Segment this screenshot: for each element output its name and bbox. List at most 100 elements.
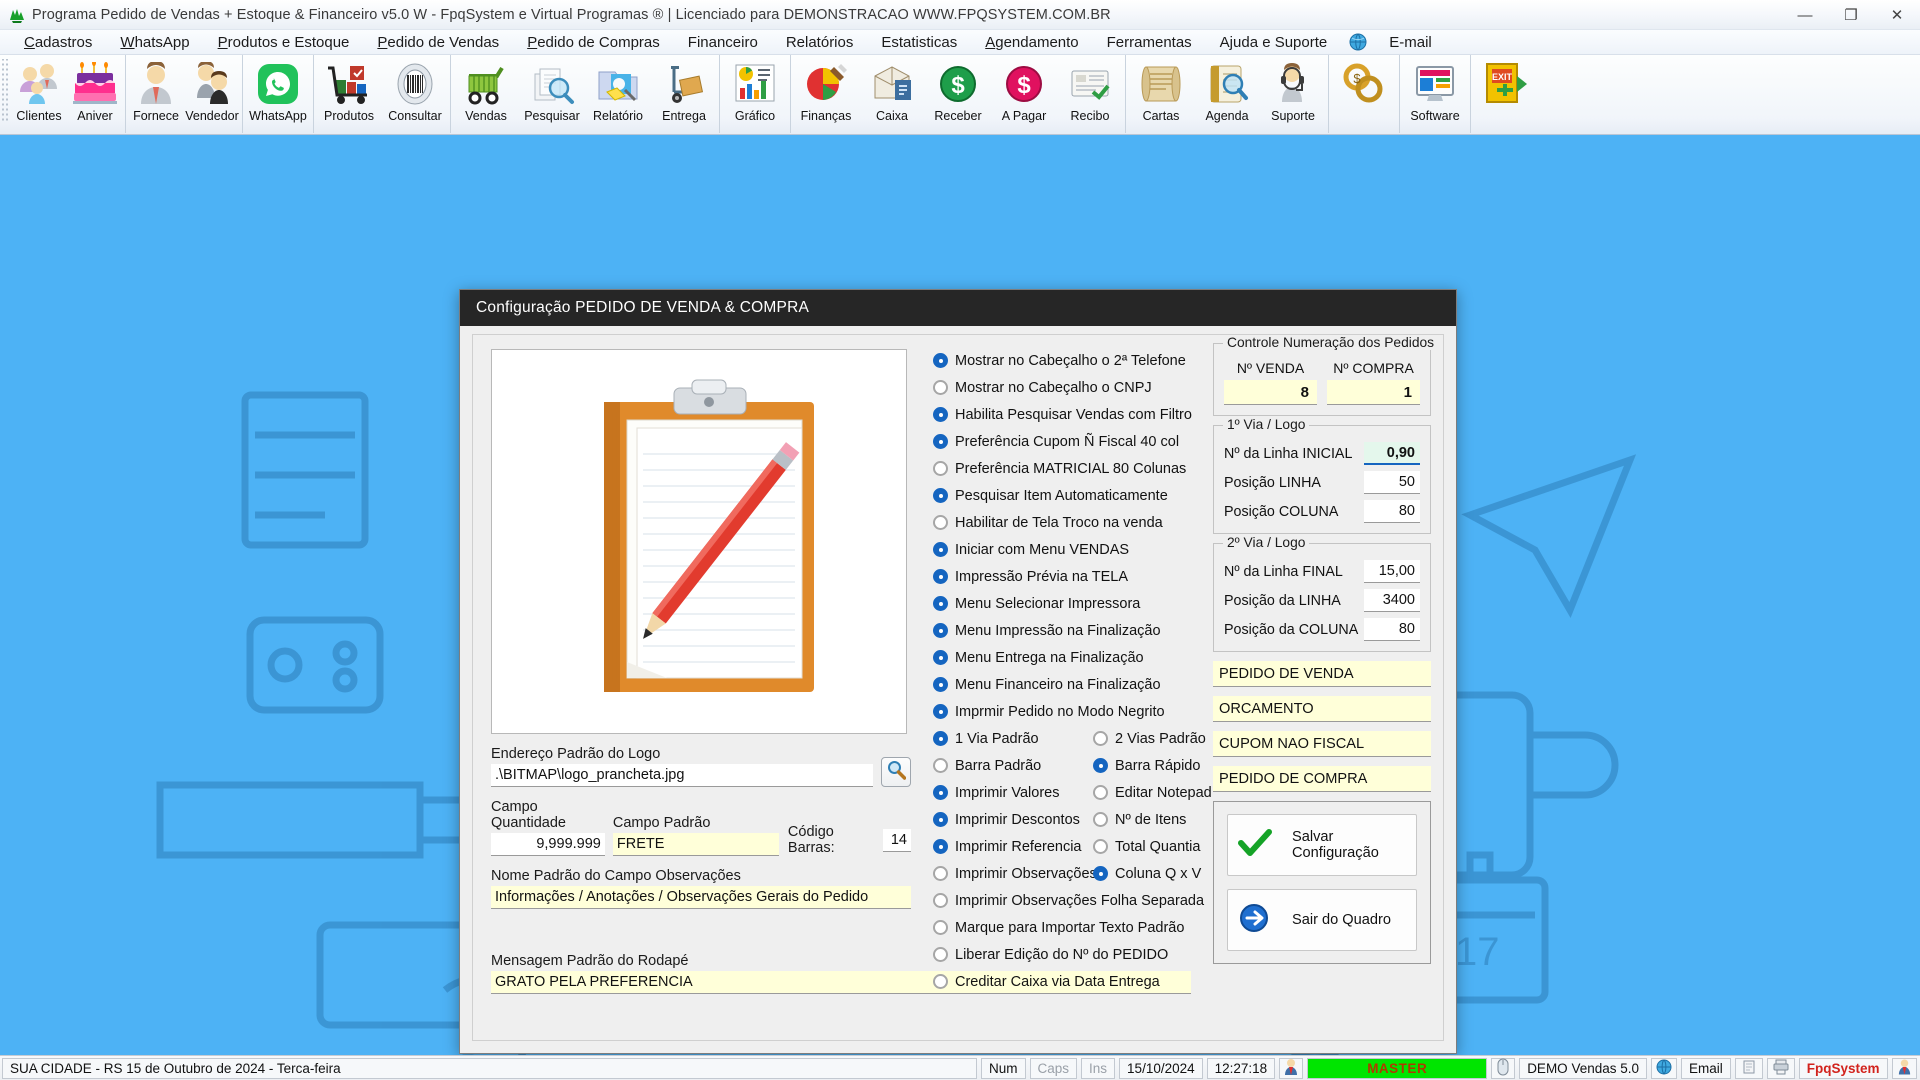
option-1-via-padrao[interactable]: 1 Via Padrão [933,731,1093,747]
radio-barra-rapido[interactable] [1093,758,1108,773]
option-row[interactable]: Menu Impressão na Finalização [933,617,1223,644]
radio-matricial-80[interactable] [933,461,948,476]
radio-menu-impressao-finalizacao[interactable] [933,623,948,638]
menu-item-relatorios[interactable]: Relatórios [772,34,868,51]
menu-item-whatsapp[interactable]: WhatsApp [106,34,203,51]
numero-compra-input[interactable] [1327,380,1420,405]
doc-name-orcamento-input[interactable] [1213,696,1431,722]
option-row[interactable]: Impressão Prévia na TELA [933,563,1223,590]
toolbar-button-fornece[interactable]: Fornece [128,58,184,132]
radio-imprimir-referencia[interactable] [933,839,948,854]
option-row[interactable]: Pesquisar Item Automaticamente [933,482,1223,509]
option-coluna-qxv[interactable]: Coluna Q x V [1093,866,1201,882]
codigo-barras-input[interactable] [882,828,911,852]
toolbar-button-produtos[interactable]: Produtos [316,58,382,132]
radio-imprimir-valores[interactable] [933,785,948,800]
option-row[interactable]: Habilitar de Tela Troco na venda [933,509,1223,536]
radio-n-de-itens[interactable] [1093,812,1108,827]
menu-item-ferramentas[interactable]: Ferramentas [1093,34,1206,51]
toolbar-button-relatorio[interactable]: Relatório [585,58,651,132]
close-button[interactable]: ✕ [1874,0,1920,30]
toolbar-button-financas[interactable]: Finanças [793,58,859,132]
menu-item-estatisticas[interactable]: Estatisticas [867,34,971,51]
radio-creditar-caixa-data-entrega[interactable] [933,974,948,989]
minimize-button[interactable]: — [1782,0,1828,30]
toolbar-button-receber[interactable]: $ Receber [925,58,991,132]
toolbar-button-entrega[interactable]: Entrega [651,58,717,132]
menu-item-agendamento[interactable]: Agendamento [971,34,1092,51]
menu-item-email[interactable]: E-mail [1375,34,1446,51]
toolbar-button-clientes[interactable]: Clientes [11,58,67,132]
menu-item-pedido-compras[interactable]: Pedido de Compras [513,34,674,51]
toolbar-button-money-rings[interactable]: $ [1331,58,1397,132]
logo-address-input[interactable] [491,764,873,787]
radio-total-quantia[interactable] [1093,839,1108,854]
toolbar-button-vendedor[interactable]: Vendedor [184,58,240,132]
toolbar-grip[interactable] [0,59,9,121]
menu-item-financeiro[interactable]: Financeiro [674,34,772,51]
option-row[interactable]: Mostrar no Cabeçalho o CNPJ [933,374,1223,401]
toolbar-button-suporte[interactable]: Suporte [1260,58,1326,132]
toolbar-button-pesquisar[interactable]: Pesquisar [519,58,585,132]
menu-item-produtos-estoque[interactable]: Produtos e Estoque [204,34,364,51]
campo-quantidade-input[interactable] [491,833,605,856]
radio-1-via-padrao[interactable] [933,731,948,746]
radio-barra-padrao[interactable] [933,758,948,773]
radio-mostrar-2-telefone[interactable] [933,353,948,368]
globe-icon[interactable] [1347,32,1369,52]
option-total-quantia[interactable]: Total Quantia [1093,839,1200,855]
status-email-label[interactable]: Email [1681,1057,1731,1079]
radio-importar-texto-padrao[interactable] [933,920,948,935]
menu-item-pedido-vendas[interactable]: Pedido de Vendas [363,34,513,51]
via2-linha-final-input[interactable] [1364,560,1420,583]
doc-name-cupom-nao-fiscal-input[interactable] [1213,731,1431,757]
radio-editar-notepad[interactable] [1093,785,1108,800]
maximize-button[interactable]: ❐ [1828,0,1874,30]
status-printer-cell[interactable] [1734,1057,1763,1079]
toolbar-button-grafico[interactable]: Gráfico [722,58,788,132]
option-imprimir-descontos[interactable]: Imprimir Descontos [933,812,1093,828]
option-barra-rapido[interactable]: Barra Rápido [1093,758,1200,774]
option-row[interactable]: Preferência MATRICIAL 80 Colunas [933,455,1223,482]
via1-posicao-coluna-input[interactable] [1364,500,1420,523]
doc-name-pedido-compra-input[interactable] [1213,766,1431,792]
campo-padrao-input[interactable] [612,833,779,856]
option-editar-notepad[interactable]: Editar Notepad [1093,785,1212,801]
radio-menu-selecionar-impressora[interactable] [933,596,948,611]
toolbar-button-agenda[interactable]: Agenda [1194,58,1260,132]
option-row[interactable]: Preferência Cupom Ñ Fiscal 40 col [933,428,1223,455]
toolbar-button-aniver[interactable]: Aniver [67,58,123,132]
toolbar-button-caixa[interactable]: Caixa [859,58,925,132]
radio-menu-entrega-finalizacao[interactable] [933,650,948,665]
radio-impressao-previa-tela[interactable] [933,569,948,584]
via1-posicao-linha-input[interactable] [1364,471,1420,494]
radio-obs-folha-separada[interactable] [933,893,948,908]
radio-menu-financeiro-finalizacao[interactable] [933,677,948,692]
radio-liberar-edicao-pedido[interactable] [933,947,948,962]
via2-posicao-linha-input[interactable] [1364,589,1420,612]
radio-habilita-pesquisar-vendas[interactable] [933,407,948,422]
toolbar-button-software[interactable]: Software [1402,58,1468,132]
option-imprimir-valores[interactable]: Imprimir Valores [933,785,1093,801]
doc-name-pedido-venda-input[interactable] [1213,661,1431,687]
radio-iniciar-menu-vendas[interactable] [933,542,948,557]
toolbar-button-whatsapp[interactable]: WhatsApp [245,58,311,132]
option-2-vias-padrao[interactable]: 2 Vias Padrão [1093,731,1206,747]
status-device-cell[interactable] [1766,1057,1795,1079]
menu-item-ajuda-suporte[interactable]: Ajuda e Suporte [1206,34,1342,51]
option-row[interactable]: Marque para Importar Texto Padrão [933,914,1223,941]
toolbar-button-vendas[interactable]: Vendas [453,58,519,132]
salvar-configuracao-button[interactable]: Salvar Configuração [1227,814,1417,876]
option-row[interactable]: Mostrar no Cabeçalho o 2ª Telefone [933,347,1223,374]
option-imprimir-observacoes[interactable]: Imprimir Observações [933,866,1097,882]
radio-imprimir-descontos[interactable] [933,812,948,827]
option-imprimir-referencia[interactable]: Imprimir Referencia [933,839,1093,855]
radio-coluna-qxv[interactable] [1093,866,1108,881]
radio-tela-troco[interactable] [933,515,948,530]
menu-item-cadastros[interactable]: CCadastrosadastros [10,34,106,51]
option-row[interactable]: Menu Entrega na Finalização [933,644,1223,671]
option-row[interactable]: Imprmir Pedido no Modo Negrito [933,698,1223,725]
option-row[interactable]: Iniciar com Menu VENDAS [933,536,1223,563]
toolbar-button-recibo[interactable]: Recibo [1057,58,1123,132]
numero-venda-input[interactable] [1224,380,1317,405]
